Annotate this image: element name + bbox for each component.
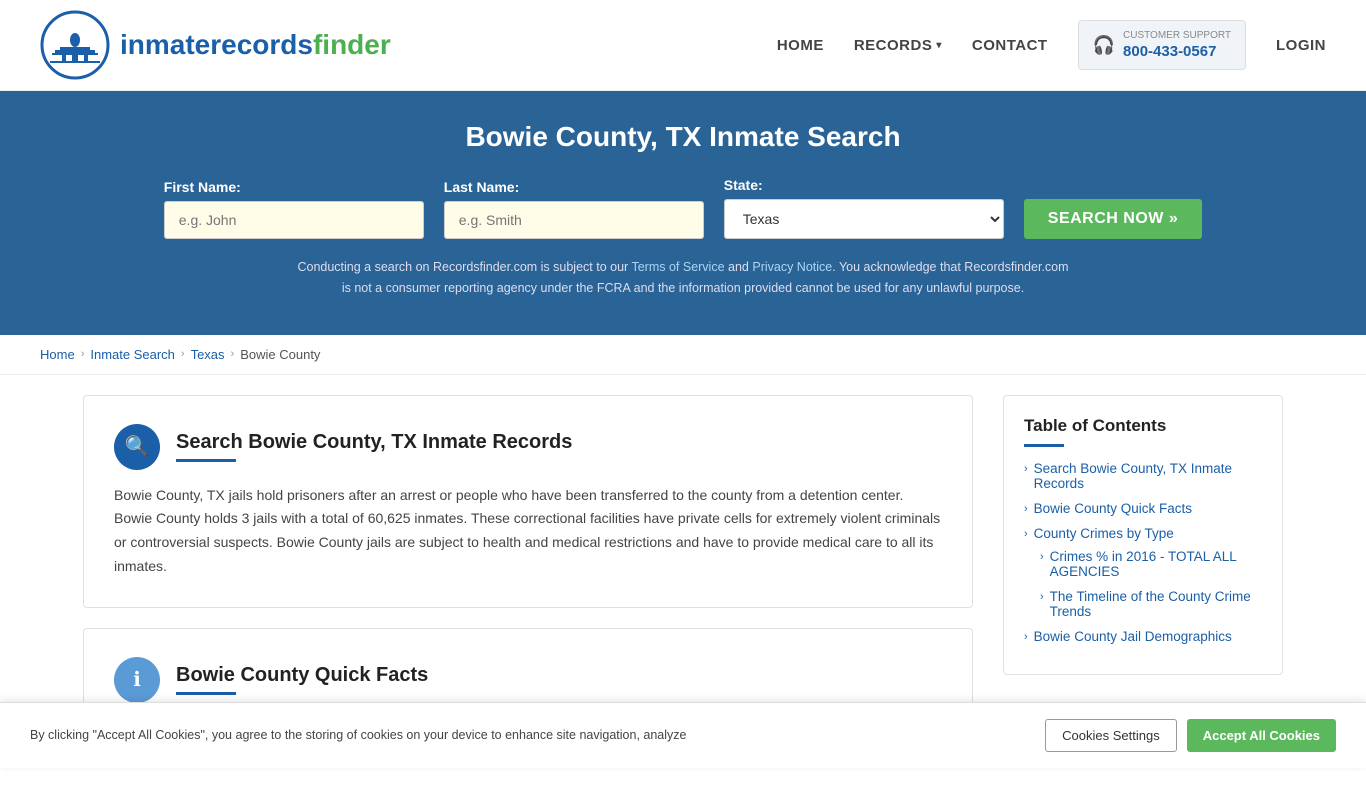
toc-link-crimes-type[interactable]: › County Crimes by Type — [1024, 526, 1262, 541]
toc-link-timeline[interactable]: › The Timeline of the County Crime Trend… — [1040, 589, 1262, 619]
toc-card: Table of Contents › Search Bowie County,… — [1003, 395, 1283, 675]
toc-item-2: › Bowie County Quick Facts — [1024, 501, 1262, 516]
toc-item-1: › Search Bowie County, TX Inmate Records — [1024, 461, 1262, 491]
chevron-right-icon-3: › — [1024, 528, 1028, 540]
nav-records[interactable]: RECORDS ▾ — [854, 37, 942, 54]
breadcrumb-home[interactable]: Home — [40, 347, 75, 362]
toc-link-crimes-2016[interactable]: › Crimes % in 2016 - TOTAL ALL AGENCIES — [1040, 549, 1262, 579]
toc-sub-item-1: › Crimes % in 2016 - TOTAL ALL AGENCIES — [1040, 549, 1262, 579]
chevron-right-icon-4: › — [1040, 551, 1044, 563]
hero-disclaimer: Conducting a search on Recordsfinder.com… — [293, 257, 1073, 300]
search-form: First Name: Last Name: State: AlabamaAla… — [40, 177, 1326, 239]
cookie-text: By clicking "Accept All Cookies", you ag… — [30, 726, 686, 745]
last-name-input[interactable] — [444, 201, 704, 239]
info-circle-icon: ℹ — [114, 657, 160, 703]
toc-link-quick-facts[interactable]: › Bowie County Quick Facts — [1024, 501, 1262, 516]
first-name-input[interactable] — [164, 201, 424, 239]
chevron-right-icon-6: › — [1024, 631, 1028, 643]
breadcrumb-texas[interactable]: Texas — [191, 347, 225, 362]
breadcrumb-inmate-search[interactable]: Inmate Search — [90, 347, 175, 362]
cookie-settings-button[interactable]: Cookies Settings — [1045, 719, 1177, 752]
hero-section: Bowie County, TX Inmate Search First Nam… — [0, 91, 1366, 335]
support-text: CUSTOMER SUPPORT 800-433-0567 — [1123, 29, 1231, 62]
breadcrumb: Home › Inmate Search › Texas › Bowie Cou… — [0, 335, 1366, 375]
first-name-group: First Name: — [164, 179, 424, 239]
terms-link[interactable]: Terms of Service — [631, 260, 724, 274]
last-name-group: Last Name: — [444, 179, 704, 239]
search-circle-icon: 🔍 — [114, 424, 160, 470]
section-body-search: Bowie County, TX jails hold prisoners af… — [114, 484, 942, 579]
toc-title: Table of Contents — [1024, 416, 1262, 436]
last-name-label: Last Name: — [444, 179, 519, 195]
search-button[interactable]: SEARCH NOW » — [1024, 199, 1202, 239]
hero-title: Bowie County, TX Inmate Search — [40, 121, 1326, 153]
breadcrumb-sep-3: › — [231, 348, 235, 360]
chevron-down-icon: ▾ — [936, 40, 942, 51]
section-title-search: Search Bowie County, TX Inmate Records — [176, 431, 572, 454]
toc-item-3: › County Crimes by Type › Crimes % in 20… — [1024, 526, 1262, 619]
state-label: State: — [724, 177, 763, 193]
chevron-right-icon-5: › — [1040, 591, 1044, 603]
customer-support-box: 🎧 CUSTOMER SUPPORT 800-433-0567 — [1078, 20, 1246, 71]
card-header-facts: ℹ Bowie County Quick Facts — [114, 657, 942, 703]
state-select[interactable]: AlabamaAlaskaArizonaArkansasCaliforniaCo… — [724, 199, 1004, 239]
toc-sub-list: › Crimes % in 2016 - TOTAL ALL AGENCIES … — [1040, 549, 1262, 619]
logo-text: inmaterecordsfinder — [120, 29, 391, 61]
headset-icon: 🎧 — [1093, 35, 1115, 56]
cookie-accept-button[interactable]: Accept All Cookies — [1187, 719, 1336, 752]
title-underline — [176, 459, 236, 462]
breadcrumb-sep-1: › — [81, 348, 85, 360]
section-search: 🔍 Search Bowie County, TX Inmate Records… — [83, 395, 973, 608]
chevron-right-icon: › — [1024, 463, 1028, 475]
toc-link-search[interactable]: › Search Bowie County, TX Inmate Records — [1024, 461, 1262, 491]
main-nav: HOME RECORDS ▾ CONTACT 🎧 CUSTOMER SUPPOR… — [777, 20, 1326, 71]
toc-link-demographics[interactable]: › Bowie County Jail Demographics — [1024, 629, 1262, 644]
toc-item-4: › Bowie County Jail Demographics — [1024, 629, 1262, 644]
toc-list: › Search Bowie County, TX Inmate Records… — [1024, 461, 1262, 644]
nav-home[interactable]: HOME — [777, 37, 824, 54]
nav-contact[interactable]: CONTACT — [972, 37, 1048, 54]
state-group: State: AlabamaAlaskaArizonaArkansasCalif… — [724, 177, 1004, 239]
logo-icon — [40, 10, 110, 80]
first-name-label: First Name: — [164, 179, 241, 195]
privacy-link[interactable]: Privacy Notice — [752, 260, 832, 274]
section-title-facts: Bowie County Quick Facts — [176, 664, 428, 687]
card-header-search: 🔍 Search Bowie County, TX Inmate Records — [114, 424, 942, 470]
toc-underline — [1024, 444, 1064, 447]
nav-login[interactable]: LOGIN — [1276, 37, 1326, 54]
title-underline-2 — [176, 692, 236, 695]
breadcrumb-current: Bowie County — [240, 347, 320, 362]
toc-sub-item-2: › The Timeline of the County Crime Trend… — [1040, 589, 1262, 619]
breadcrumb-sep-2: › — [181, 348, 185, 360]
cookie-banner: By clicking "Accept All Cookies", you ag… — [0, 702, 1366, 768]
chevron-right-icon-2: › — [1024, 503, 1028, 515]
site-header: inmaterecordsfinder HOME RECORDS ▾ CONTA… — [0, 0, 1366, 91]
cookie-buttons: Cookies Settings Accept All Cookies — [1045, 719, 1336, 752]
logo[interactable]: inmaterecordsfinder — [40, 10, 391, 80]
